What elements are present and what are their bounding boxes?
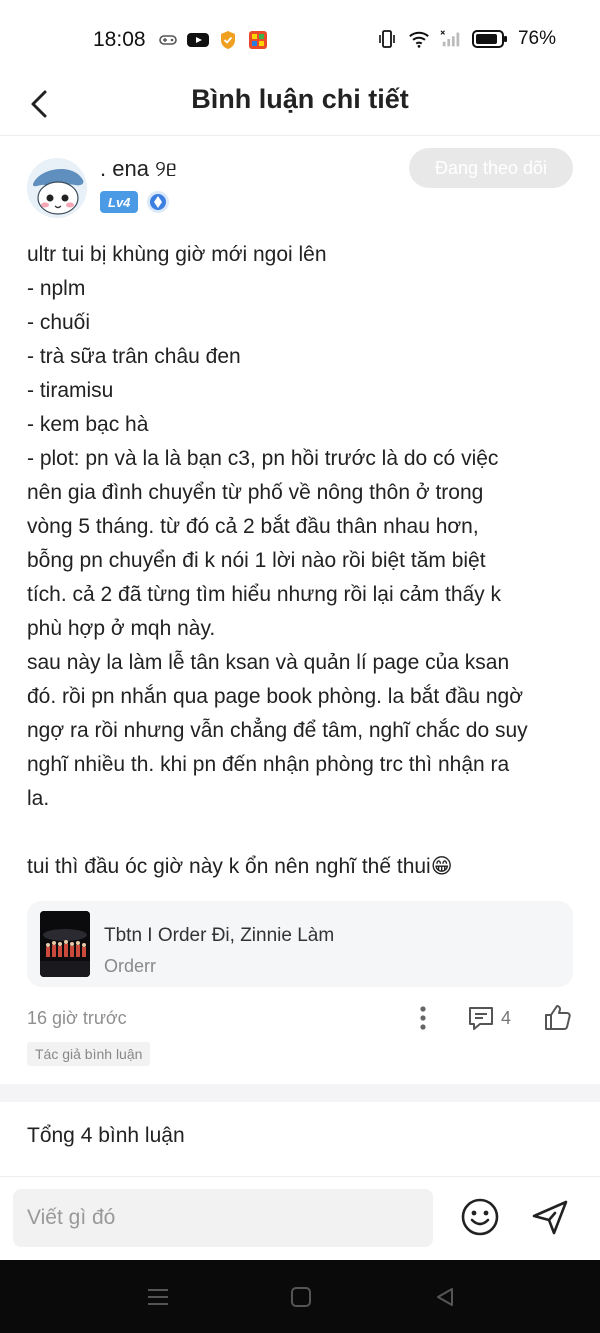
comment-icon [469,1007,493,1030]
square-icon [291,1287,311,1307]
game-controller-icon [157,29,179,51]
send-button[interactable] [530,1197,570,1237]
author-badges: Lv4 [100,190,170,214]
thumbs-up-icon [545,1005,571,1030]
comment-input-bar [0,1176,600,1260]
comment-line: nghĩ nhiều th. khi pn đến nhận phòng trc… [27,753,510,776]
battery-percentage: 76% [517,28,556,49]
comment-line: - tiramisu [27,379,114,402]
song-thumbnail [40,911,90,977]
vibrate-icon [376,28,398,50]
comment-line [27,816,577,850]
page-title: Bình luận chi tiết [191,84,409,114]
comment-line: phù hợp ở mqh này. [27,617,216,640]
comment-line: nên gia đình chuyển từ phố về nông thôn … [27,481,484,504]
comment-line: - trà sữa trân châu đen [27,345,241,368]
recent-apps-button[interactable] [143,1282,173,1312]
signal-icon [440,28,462,50]
system-indicators: 76% [376,28,556,50]
comment-line: bỗng pn chuyển đi k nói 1 lời nào rồi bi… [27,549,486,572]
comment-line: tui thì đầu óc giờ này k ổn nên nghĩ thế… [27,855,453,878]
page-header: Bình luận chi tiết [0,80,600,136]
comment-input[interactable] [13,1189,433,1247]
comment-line: ultr tui bị khùng giờ mới ngoi lên [27,243,327,266]
comment-line: vòng 5 tháng. từ đó cả 2 bắt đầu thân nh… [27,515,479,538]
more-options-button[interactable] [409,1002,437,1034]
app-icon [247,29,269,51]
comment-timestamp: 16 giờ trước [27,1008,127,1028]
status-time: 18:08 [93,28,146,51]
comment-line: ngợ ra rồi nhưng vẫn chẳng để tâm, nghĩ … [27,719,528,742]
reply-button[interactable]: 4 [467,1002,511,1034]
comment-meta-row: 16 giờ trước 4 [27,1000,577,1036]
smiley-icon [461,1198,499,1236]
author-name[interactable]: . ena ୨ᥱ [100,156,177,182]
vip-diamond-icon [146,190,170,214]
back-nav-button[interactable] [430,1282,460,1312]
system-nav-bar [0,1260,600,1333]
shield-icon [217,29,239,51]
comment-text: ultr tui bị khùng giờ mới ngoi lên - nplm… [27,238,577,884]
notification-icons [157,29,269,51]
menu-icon [148,1289,168,1305]
send-icon [532,1200,568,1235]
battery-icon [471,28,508,50]
status-bar: 18:08 76% [0,0,600,80]
level-badge: Lv4 [100,191,139,213]
wifi-icon [408,28,430,50]
section-divider [0,1084,600,1102]
comment-author-row: . ena ୨ᥱ Lv4 Đang theo dõi [0,148,600,228]
song-card[interactable]: Tbtn I Order Đi, Zinnie Làm Orderr [27,901,573,987]
comment-line: - nplm [27,277,86,300]
author-tag: Tác giả bình luận [27,1042,151,1066]
comment-line: tích. cả 2 đã từng tìm hiểu nhưng rồi lạ… [27,583,502,606]
youtube-icon [187,29,209,51]
comment-line: la. [27,787,50,810]
like-button[interactable] [541,1000,575,1034]
song-title: Tbtn I Order Đi, Zinnie Làm [104,925,335,946]
comment-line: - chuối [27,311,91,334]
comment-line: - plot: pn và la là bạn c3, pn hồi trước… [27,447,499,470]
emoji-button[interactable] [460,1197,500,1237]
following-button[interactable]: Đang theo dõi [409,148,573,188]
song-artist: Orderr [104,956,157,976]
comment-line: đó. rồi pn nhắn qua page book phòng. la … [27,685,524,708]
total-comments: Tổng 4 bình luận [27,1124,185,1147]
comment-line: - kem bạc hà [27,413,149,436]
reply-count: 4 [501,1007,512,1028]
triangle-back-icon [437,1288,453,1306]
home-button[interactable] [286,1282,316,1312]
avatar[interactable] [27,158,87,218]
comment-line: sau này la làm lễ tân ksan và quản lí pa… [27,651,510,674]
more-vertical-icon [420,1006,426,1030]
